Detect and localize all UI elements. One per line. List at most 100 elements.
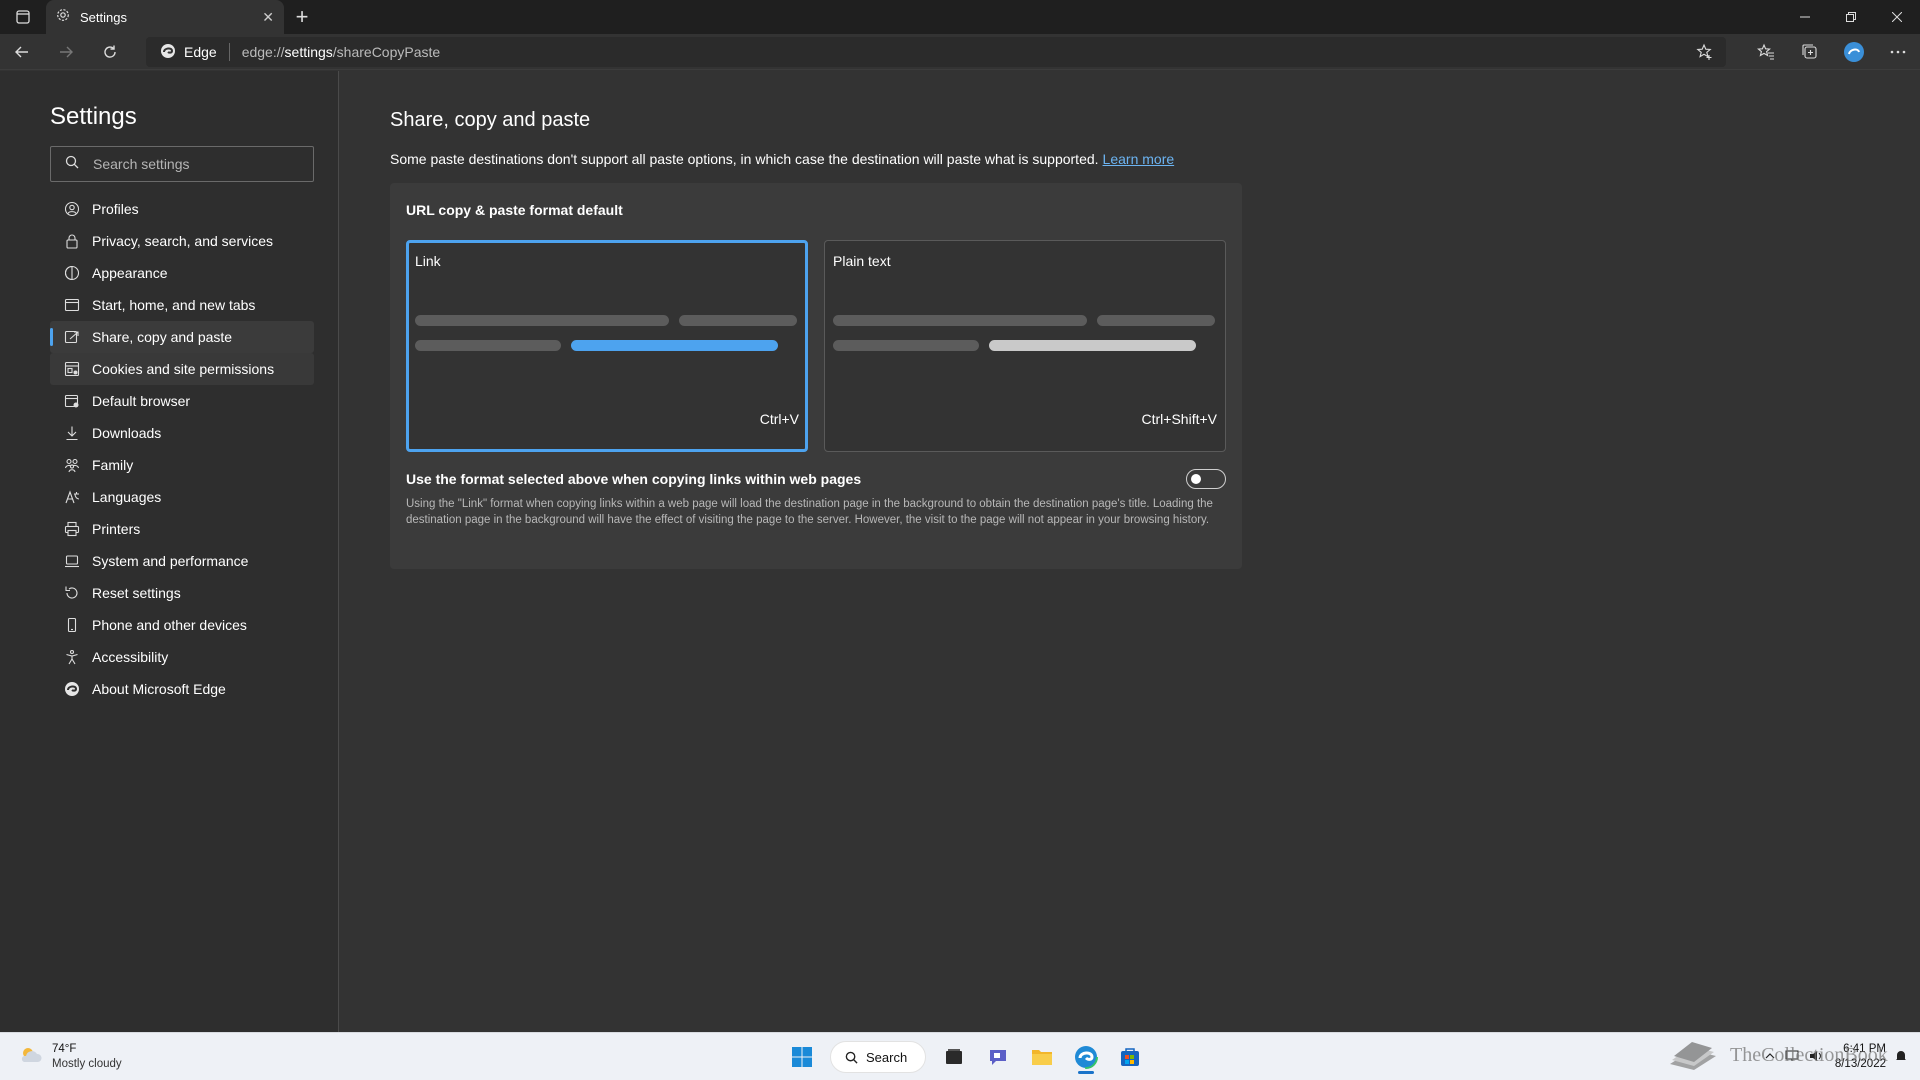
search-input[interactable] <box>93 156 293 172</box>
printer-icon <box>64 521 80 537</box>
sidebar-item-label: System and performance <box>92 553 249 569</box>
watermark-text: TheCollectionBook <box>1730 1044 1888 1066</box>
sidebar-item-languages[interactable]: Languages <box>50 481 314 513</box>
taskbar-search-label: Search <box>866 1049 908 1065</box>
edge-label: Edge <box>184 44 217 60</box>
sidebar-item-label: Start, home, and new tabs <box>92 297 256 313</box>
tab-settings[interactable]: Settings ✕ <box>46 0 284 34</box>
preview-line <box>833 315 1087 326</box>
accessibility-icon <box>64 649 80 665</box>
sidebar-title: Settings <box>50 103 137 130</box>
sidebar-item-label: Profiles <box>92 201 139 217</box>
url-format-card: URL copy & paste format default Link Ctr… <box>390 183 1242 569</box>
taskbar: 74°F Mostly cloudy Search 6:41 PM 8/13/2… <box>0 1032 1920 1080</box>
refresh-button[interactable] <box>88 34 132 70</box>
url-path: settings <box>284 44 333 60</box>
sidebar-item-label: Languages <box>92 489 162 505</box>
sidebar-item-label: Appearance <box>92 265 168 281</box>
gear-icon <box>56 8 70 27</box>
task-view-icon[interactable] <box>932 1039 976 1075</box>
chat-icon[interactable] <box>976 1039 1020 1075</box>
sidebar-item-phone[interactable]: Phone and other devices <box>50 609 314 641</box>
sidebar-item-downloads[interactable]: Downloads <box>50 417 314 449</box>
toggle-label: Use the format selected above when copyi… <box>406 471 862 487</box>
appearance-icon <box>64 265 80 281</box>
preview-link-line <box>571 340 778 351</box>
minimize-button[interactable] <box>1782 0 1828 34</box>
sidebar-item-privacy[interactable]: Privacy, search, and services <box>50 225 314 257</box>
share-icon <box>64 329 80 345</box>
format-toggle-switch[interactable] <box>1186 469 1226 489</box>
preview-line <box>415 315 669 326</box>
sidebar-item-cookies[interactable]: Cookies and site permissions <box>50 353 314 385</box>
forward-button[interactable] <box>44 34 88 70</box>
page-description: Some paste destinations don't support al… <box>390 151 1174 167</box>
sidebar-item-label: Phone and other devices <box>92 617 247 633</box>
sidebar-item-label: Printers <box>92 521 141 537</box>
search-box[interactable] <box>50 146 314 182</box>
sidebar-item-label: Reset settings <box>92 585 181 601</box>
cookies-icon <box>64 361 80 377</box>
format-toggle-row: Use the format selected above when copyi… <box>406 469 1226 489</box>
preview-line <box>679 315 797 326</box>
card-title: URL copy & paste format default <box>406 202 623 218</box>
back-button[interactable] <box>0 34 44 70</box>
browser-icon <box>64 393 80 409</box>
sidebar-item-reset[interactable]: Reset settings <box>50 577 314 609</box>
learn-more-link[interactable]: Learn more <box>1103 151 1175 167</box>
edge-taskbar-icon[interactable] <box>1064 1039 1108 1075</box>
sidebar-item-family[interactable]: Family <box>50 449 314 481</box>
taskbar-search[interactable]: Search <box>830 1041 926 1073</box>
url-rest: /shareCopyPaste <box>332 44 441 60</box>
preview-text-line <box>989 340 1196 351</box>
more-options-icon[interactable] <box>1876 34 1920 70</box>
sidebar-item-default-browser[interactable]: Default browser <box>50 385 314 417</box>
sidebar-item-profiles[interactable]: Profiles <box>50 193 314 225</box>
option-shortcut: Ctrl+V <box>759 411 799 427</box>
sidebar-item-start-home[interactable]: Start, home, and new tabs <box>50 289 314 321</box>
tab-title: Settings <box>80 9 127 25</box>
close-window-button[interactable] <box>1874 0 1920 34</box>
new-tab-button[interactable]: + <box>284 0 320 34</box>
sidebar-item-appearance[interactable]: Appearance <box>50 257 314 289</box>
sidebar-item-label: Cookies and site permissions <box>92 361 275 377</box>
temperature: 74°F <box>52 1043 77 1055</box>
toggle-knob <box>1191 474 1201 484</box>
sidebar-item-accessibility[interactable]: Accessibility <box>50 641 314 673</box>
weather-widget[interactable]: 74°F Mostly cloudy <box>18 1042 122 1072</box>
store-icon[interactable] <box>1108 1039 1152 1075</box>
preview-line <box>1097 315 1215 326</box>
page-title: Share, copy and paste <box>390 109 591 131</box>
start-button[interactable] <box>780 1039 824 1075</box>
languages-icon <box>64 489 80 505</box>
edge-logo-icon <box>64 681 80 697</box>
sidebar-item-label: Privacy, search, and services <box>92 233 274 249</box>
search-icon <box>845 1051 858 1064</box>
sidebar-item-share-copy-paste[interactable]: Share, copy and paste <box>50 321 314 353</box>
sidebar-item-printers[interactable]: Printers <box>50 513 314 545</box>
add-favorite-icon[interactable] <box>1696 43 1714 64</box>
notification-icon[interactable] <box>1894 1049 1908 1066</box>
plain-text-format-option[interactable]: Plain text Ctrl+Shift+V <box>824 240 1226 452</box>
file-explorer-icon[interactable] <box>1020 1039 1064 1075</box>
home-tabs-icon <box>64 297 80 313</box>
sidebar-item-label: Family <box>92 457 134 473</box>
watermark: TheCollectionBook <box>1666 1030 1888 1080</box>
collections-icon[interactable] <box>1788 34 1832 70</box>
tab-actions-icon[interactable] <box>0 0 46 34</box>
sidebar-nav: Profiles Privacy, search, and services A… <box>50 193 314 705</box>
sidebar-item-label: Accessibility <box>92 649 169 665</box>
profile-avatar-icon[interactable] <box>1832 34 1876 70</box>
link-format-option[interactable]: Link Ctrl+V <box>406 240 808 452</box>
sidebar-item-label: Share, copy and paste <box>92 329 233 345</box>
restore-button[interactable] <box>1828 0 1874 34</box>
description-text: Some paste destinations don't support al… <box>390 151 1099 167</box>
sidebar-item-about[interactable]: About Microsoft Edge <box>50 673 314 705</box>
lock-icon <box>64 233 80 249</box>
divider <box>228 43 230 61</box>
favorites-icon[interactable] <box>1744 34 1788 70</box>
address-bar[interactable]: Edge edge://settings/shareCopyPaste <box>146 37 1726 67</box>
close-tab-icon[interactable]: ✕ <box>262 9 274 26</box>
sidebar-item-system[interactable]: System and performance <box>50 545 314 577</box>
sidebar-item-label: Default browser <box>92 393 191 409</box>
